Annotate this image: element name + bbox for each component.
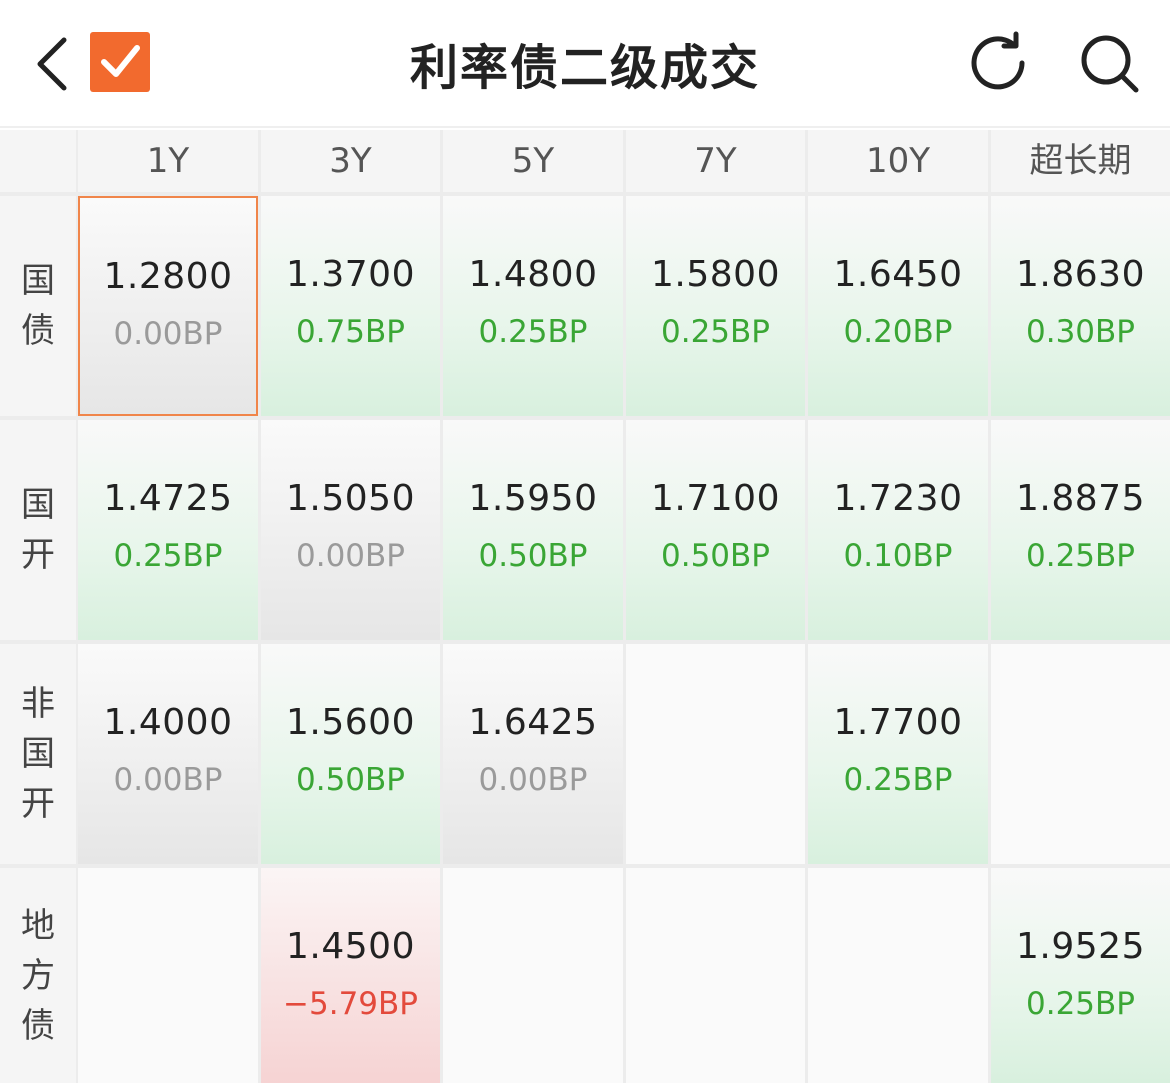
yield-cell[interactable]: 1.7700 0.25BP bbox=[808, 644, 988, 864]
row-header-char: 非 bbox=[21, 684, 55, 724]
yield-change: 0.50BP bbox=[661, 538, 770, 574]
row-header-char: 债 bbox=[21, 311, 55, 351]
app-header: 利率债二级成交 bbox=[0, 0, 1170, 128]
yield-cell[interactable]: 1.5950 0.50BP bbox=[443, 420, 623, 640]
yield-cell[interactable]: 1.8875 0.25BP bbox=[991, 420, 1170, 640]
yield-change: 0.75BP bbox=[296, 314, 405, 350]
column-header-超长期[interactable]: 超长期 bbox=[991, 130, 1170, 192]
yield-cell[interactable]: 1.5050 0.00BP bbox=[261, 420, 440, 640]
yield-change: 0.25BP bbox=[113, 538, 223, 574]
row-header: 国债 bbox=[0, 196, 76, 416]
yield-cell bbox=[626, 868, 805, 1083]
yield-cell[interactable]: 1.8630 0.30BP bbox=[991, 196, 1170, 416]
row-header-char: 开 bbox=[21, 535, 55, 575]
yield-grid: 1Y 3Y 5Y 7Y 10Y 超长期国债 1.2800 0.00BP 1.3700 0.75BP… bbox=[0, 130, 1170, 1083]
yield-value: 1.6450 bbox=[833, 254, 963, 295]
yield-value: 1.5800 bbox=[651, 254, 780, 295]
column-header-1y[interactable]: 1Y bbox=[78, 130, 258, 192]
yield-cell[interactable]: 1.7100 0.50BP bbox=[626, 420, 805, 640]
row-header: 地方债 bbox=[0, 868, 76, 1083]
row-header-char: 国 bbox=[21, 734, 55, 774]
yield-cell bbox=[808, 868, 988, 1083]
yield-cell[interactable]: 1.3700 0.75BP bbox=[261, 196, 440, 416]
yield-change: 0.00BP bbox=[113, 762, 223, 798]
yield-value: 1.9525 bbox=[1016, 926, 1145, 967]
yield-value: 1.5050 bbox=[286, 478, 415, 519]
yield-change: 0.25BP bbox=[478, 314, 588, 350]
yield-value: 1.3700 bbox=[286, 254, 415, 295]
yield-cell[interactable]: 1.7230 0.10BP bbox=[808, 420, 988, 640]
row-header: 国开 bbox=[0, 420, 76, 640]
yield-value: 1.5600 bbox=[286, 702, 415, 743]
column-header-5y[interactable]: 5Y bbox=[443, 130, 623, 192]
yield-value: 1.7700 bbox=[833, 702, 963, 743]
yield-value: 1.5950 bbox=[468, 478, 598, 519]
yield-change: 0.25BP bbox=[843, 762, 953, 798]
yield-value: 1.2800 bbox=[103, 256, 233, 297]
yield-value: 1.7230 bbox=[833, 478, 963, 519]
yield-cell[interactable]: 1.9525 0.25BP bbox=[991, 868, 1170, 1083]
yield-cell[interactable]: 1.6425 0.00BP bbox=[443, 644, 623, 864]
yield-change: 0.00BP bbox=[478, 762, 588, 798]
yield-cell bbox=[991, 644, 1170, 864]
yield-value: 1.8630 bbox=[1016, 254, 1145, 295]
yield-value: 1.4000 bbox=[103, 702, 233, 743]
yield-change: 0.50BP bbox=[478, 538, 588, 574]
yield-cell bbox=[78, 868, 258, 1083]
yield-change: 0.10BP bbox=[843, 538, 953, 574]
column-header-7y[interactable]: 7Y bbox=[626, 130, 805, 192]
yield-change: −5.79BP bbox=[283, 986, 418, 1022]
yield-change: 0.20BP bbox=[843, 314, 953, 350]
yield-value: 1.4500 bbox=[286, 926, 415, 967]
yield-change: 0.50BP bbox=[296, 762, 405, 798]
yield-value: 1.4725 bbox=[103, 478, 233, 519]
row-header-char: 国 bbox=[21, 261, 55, 301]
yield-value: 1.7100 bbox=[651, 478, 780, 519]
yield-cell bbox=[443, 868, 623, 1083]
yield-cell[interactable]: 1.4000 0.00BP bbox=[78, 644, 258, 864]
yield-value: 1.8875 bbox=[1016, 478, 1145, 519]
yield-value: 1.6425 bbox=[468, 702, 598, 743]
yield-value: 1.4800 bbox=[468, 254, 598, 295]
row-header: 非国开 bbox=[0, 644, 76, 864]
yield-cell bbox=[626, 644, 805, 864]
column-header-10y[interactable]: 10Y bbox=[808, 130, 988, 192]
yield-change: 0.00BP bbox=[296, 538, 405, 574]
yield-change: 0.30BP bbox=[1026, 314, 1135, 350]
column-header-3y[interactable]: 3Y bbox=[261, 130, 440, 192]
yield-change: 0.25BP bbox=[661, 314, 770, 350]
yield-cell[interactable]: 1.4800 0.25BP bbox=[443, 196, 623, 416]
yield-cell[interactable]: 1.4725 0.25BP bbox=[78, 420, 258, 640]
row-header-char: 开 bbox=[21, 784, 55, 824]
refresh-icon[interactable] bbox=[968, 30, 1034, 96]
yield-cell[interactable]: 1.5600 0.50BP bbox=[261, 644, 440, 864]
yield-change: 0.25BP bbox=[1026, 986, 1135, 1022]
row-header-char: 国 bbox=[21, 485, 55, 525]
yield-cell[interactable]: 1.6450 0.20BP bbox=[808, 196, 988, 416]
yield-cell[interactable]: 1.5800 0.25BP bbox=[626, 196, 805, 416]
yield-cell[interactable]: 1.2800 0.00BP bbox=[78, 196, 258, 416]
grid-corner bbox=[0, 130, 76, 192]
row-header-char: 债 bbox=[21, 1005, 55, 1046]
yield-change: 0.00BP bbox=[113, 316, 223, 352]
row-header-char: 地 bbox=[21, 905, 55, 946]
search-icon[interactable] bbox=[1078, 32, 1142, 96]
row-header-char: 方 bbox=[21, 955, 55, 996]
yield-cell[interactable]: 1.4500 −5.79BP bbox=[261, 868, 440, 1083]
yield-change: 0.25BP bbox=[1026, 538, 1135, 574]
